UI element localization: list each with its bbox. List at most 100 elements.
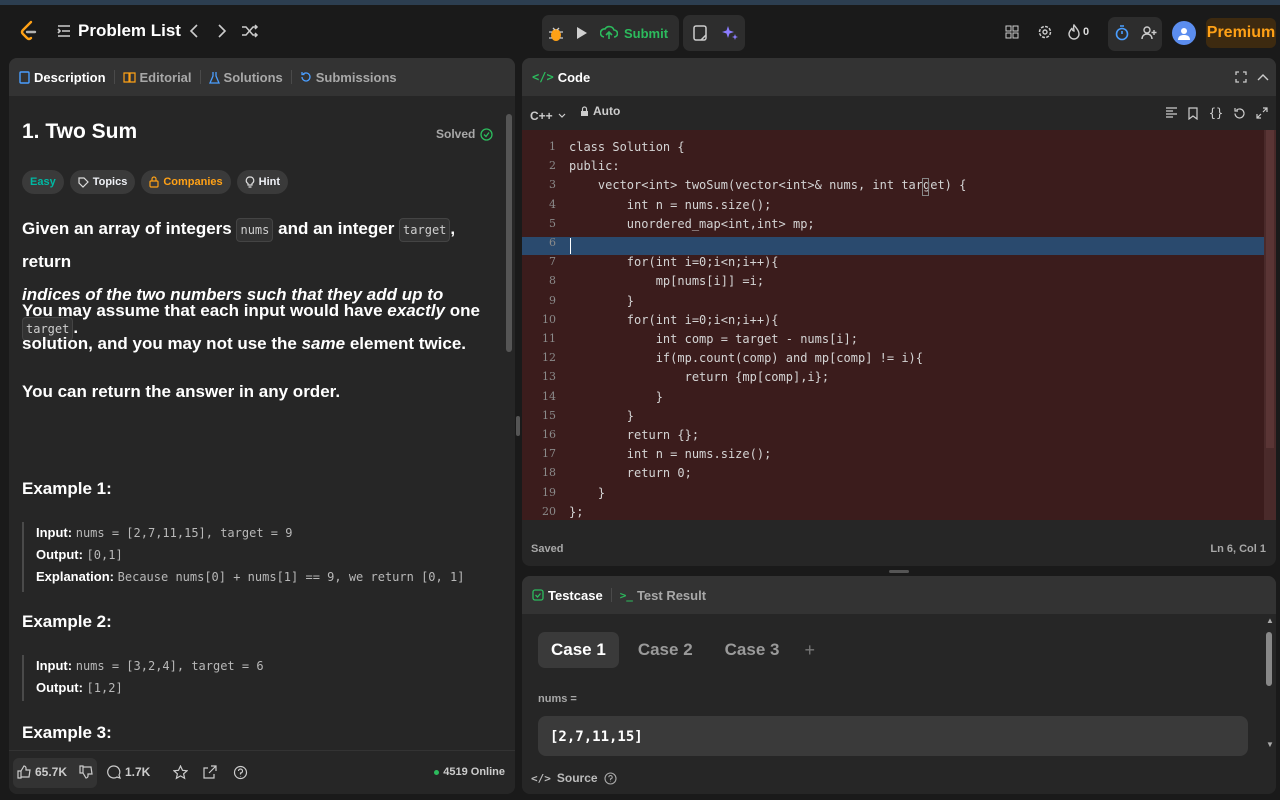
add-friend-icon[interactable] [1139,22,1159,44]
format-icon[interactable] [1163,105,1179,121]
fullscreen-icon[interactable] [1233,69,1249,85]
ai-sparkle-icon[interactable] [719,21,741,45]
prev-problem-icon[interactable] [185,21,203,41]
tab-solutions[interactable]: Solutions [208,58,283,96]
topics-tag[interactable]: Topics [69,170,136,194]
layout-grid-icon[interactable] [1002,21,1022,43]
dislike-button[interactable] [79,765,93,784]
description-scrollbar[interactable] [505,100,513,748]
lock-icon [581,105,588,116]
line-number: 4 [549,197,556,211]
bookmark-icon[interactable] [1185,105,1201,121]
flask-icon [208,71,220,84]
source-button[interactable]: </> Source [531,771,617,785]
tab-label: Editorial [139,69,192,85]
tab-divider [199,70,201,84]
problem-list-icon[interactable] [55,21,73,41]
tab-label: Test Result [636,587,707,603]
code-line: for(int i=0;i<n;i++){ [569,255,779,270]
cursor-position: Ln 6, Col 1 [1210,543,1266,555]
case-3-tab[interactable]: Case 3 [712,632,793,668]
submit-button[interactable]: Submit [600,19,668,47]
comments-button[interactable]: 1.7K [107,765,150,779]
line-number: 20 [542,504,556,518]
problem-title[interactable]: 1. Two Sum [22,120,137,144]
tab-description[interactable]: Description [19,58,106,96]
example-row: Input: nums = [3,2,4], target = 6 [36,655,264,677]
tab-editorial[interactable]: Editorial [122,58,192,96]
testcase-scrollbar[interactable]: ▲ ▼ [1264,616,1274,752]
online-indicator: 4519 Online [434,766,505,778]
description-paragraph-3: You can return the answer in any order. [22,382,341,401]
line-number: 17 [542,447,556,461]
testcase-footer: </> Source [522,764,1276,794]
next-problem-icon[interactable] [213,21,231,41]
line-number: 3 [549,178,556,192]
reset-icon[interactable] [1231,105,1247,121]
checkbox-icon [532,589,544,601]
settings-gear-icon[interactable] [1035,21,1055,43]
thumbs-down-icon [79,765,93,779]
left-tab-bar: Description Editorial Solutions Submissi… [9,58,515,96]
run-button[interactable] [571,20,593,46]
terminal-icon: >_ [619,588,633,602]
language-select[interactable]: C++ [530,109,566,123]
editor-scrollbar[interactable] [1264,130,1276,520]
tab-submissions[interactable]: Submissions [300,58,397,96]
share-button[interactable] [203,765,217,784]
testcase-panel: Testcase >_ Test Result Case 1 Case 2 Cas… [522,576,1276,794]
nums-input[interactable]: [2,7,11,15] [538,716,1248,756]
problem-list-title[interactable]: Problem List [78,19,181,43]
tab-test-result[interactable]: >_ Test Result [620,576,706,614]
share-icon [203,765,217,779]
editor-toolbar: C++ Auto {} [522,96,1276,130]
code-panel: </> Code C++ Auto {} 1 2 3 4 5 6 7 8 9 10 11 12 13 14 1… [522,58,1276,566]
code-line: return {mp[comp],i}; [569,370,830,385]
thumbs-up-icon [17,765,31,779]
expand-icon[interactable] [1254,105,1270,121]
input-value: nums = [2,7,11,15], target = 9 [75,526,293,540]
timer-icon[interactable] [1112,22,1132,44]
companies-tag[interactable]: Companies [141,170,231,194]
code-editor[interactable]: 1 2 3 4 5 6 7 8 9 10 11 12 13 14 15 16 17 18 19 20 class So… [522,130,1276,520]
panel-resize-handle[interactable] [889,570,909,573]
example-row: Explanation: Because nums[0] + nums[1] =… [36,566,464,588]
like-count: 65.7K [35,765,68,779]
case-1-tab[interactable]: Case 1 [538,632,619,668]
tab-label: Testcase [548,587,603,603]
favorite-button[interactable] [172,764,189,785]
braces-icon[interactable]: {} [1208,105,1224,121]
vertical-resize-handle[interactable] [516,416,520,436]
scrollbar-thumb[interactable] [1266,632,1272,686]
star-icon [172,764,189,780]
tab-testcase[interactable]: Testcase [532,576,603,614]
current-line-highlight [522,237,1276,255]
scroll-down-arrow[interactable]: ▼ [1266,740,1274,749]
scrollbar-thumb[interactable] [506,114,512,352]
notes-icon[interactable] [689,21,711,45]
premium-button[interactable]: Premium [1206,18,1276,48]
scroll-up-arrow[interactable]: ▲ [1266,616,1274,625]
collapse-chevron-icon[interactable] [1255,69,1271,85]
like-button[interactable]: 65.7K [17,765,67,779]
desc-text: Given an array of integers [22,219,232,238]
description-panel: Description Editorial Solutions Submissi… [9,58,515,794]
case-2-tab[interactable]: Case 2 [625,632,706,668]
difficulty-badge[interactable]: Easy [22,170,64,194]
avatar[interactable] [1172,21,1196,45]
code-line: for(int i=0;i<n;i++){ [569,312,779,327]
block-cursor-marker [922,178,929,196]
description-icon [19,70,30,84]
auto-mode[interactable]: Auto [580,104,620,118]
hint-tag[interactable]: Hint [236,170,289,194]
streak-counter[interactable]: 0 [1068,21,1089,43]
output-label: Output: [36,680,83,695]
scrollbar-thumb[interactable] [1266,130,1274,448]
debug-icon[interactable] [545,20,567,46]
desc-text: You may assume that each input would hav… [22,301,383,320]
help-button[interactable] [233,765,248,785]
shuffle-icon[interactable] [240,21,260,41]
add-case-button[interactable]: + [798,640,821,661]
tab-code[interactable]: </> Code [532,58,590,96]
leetcode-logo-icon[interactable] [17,19,39,43]
